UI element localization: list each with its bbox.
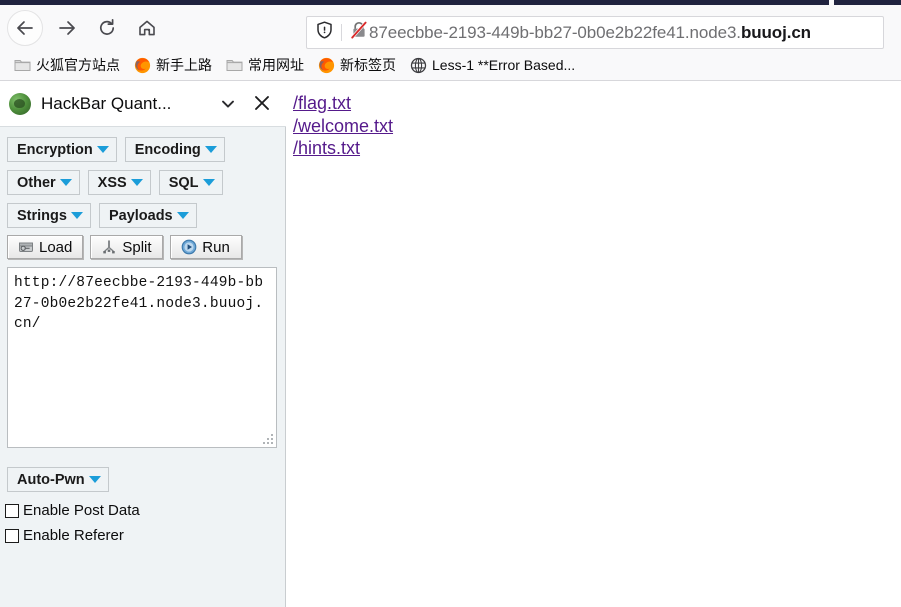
strings-dropdown[interactable]: Strings [7, 203, 91, 228]
auto-pwn-label: Auto-Pwn [17, 471, 85, 488]
split-label: Split [122, 238, 152, 256]
navigation-toolbar: 87eecbbe-2193-449b-bb27-0b0e2b22fe41.nod… [0, 5, 901, 50]
bookmark-label: 新手上路 [156, 57, 212, 73]
hackbar-action-row: Load Split Run [0, 235, 249, 259]
home-icon [137, 18, 157, 38]
url-textarea-value: http://87eecbbe-2193-449b-bb27-0b0e2b22f… [14, 275, 264, 333]
bookmark-item-common-sites[interactable]: 常用网址 [220, 53, 310, 77]
hackbar-body: Encryption Encoding Other XSS SQL String… [0, 127, 286, 607]
hackbar-menu-row-2: Other XSS SQL [0, 170, 231, 195]
back-button[interactable] [6, 9, 44, 47]
enable-post-data-checkbox[interactable] [5, 503, 19, 518]
xss-dropdown[interactable]: XSS [87, 170, 151, 195]
autopwn-row: Auto-Pwn [7, 467, 117, 492]
bookmark-item-beginner-guide[interactable]: 新手上路 [128, 53, 218, 77]
caret-down-icon [96, 146, 109, 153]
bookmark-item-firefox-official[interactable]: 火狐官方站点 [8, 53, 126, 77]
bookmark-label: 常用网址 [248, 57, 304, 73]
run-label: Run [202, 238, 230, 256]
url-bar[interactable]: 87eecbbe-2193-449b-bb27-0b0e2b22fe41.nod… [306, 16, 884, 49]
firefox-icon [318, 57, 335, 74]
caret-down-icon [59, 179, 72, 186]
sql-dropdown[interactable]: SQL [158, 170, 223, 195]
bookmark-item-less1-error-based[interactable]: Less-1 **Error Based... [404, 53, 581, 77]
forward-button[interactable] [48, 9, 86, 47]
globe-icon [410, 57, 427, 74]
lock-crossed-icon[interactable] [349, 20, 369, 45]
reload-icon [97, 18, 117, 38]
xss-label: XSS [97, 174, 127, 191]
sql-label: SQL [168, 174, 199, 191]
hackbar-menu-row-3: Strings Payloads [0, 203, 205, 228]
hackbar-logo-icon [9, 93, 31, 115]
bookmark-label: 火狐官方站点 [36, 57, 120, 73]
enable-referer-checkbox[interactable] [5, 528, 19, 543]
bookmarks-toolbar: 火狐官方站点 新手上路 常用网址 新标签页 Less-1 **Error Bas… [0, 50, 901, 81]
browser-window: 87eecbbe-2193-449b-bb27-0b0e2b22fe41.nod… [0, 0, 901, 607]
payloads-dropdown[interactable]: Payloads [98, 203, 197, 228]
url-prefix: 87eecbbe-2193-449b-bb27-0b0e2b22fe41.nod… [369, 22, 741, 42]
firefox-icon [134, 57, 151, 74]
chevron-down-icon[interactable] [219, 95, 237, 118]
caret-down-icon [130, 179, 143, 186]
url-text[interactable]: 87eecbbe-2193-449b-bb27-0b0e2b22fe41.nod… [369, 23, 811, 43]
encryption-label: Encryption [17, 141, 93, 158]
home-button[interactable] [128, 9, 166, 47]
encoding-dropdown[interactable]: Encoding [124, 137, 225, 162]
payloads-label: Payloads [108, 207, 173, 224]
hackbar-menu-row-1: Encryption Encoding [0, 137, 233, 162]
folder-icon [226, 57, 243, 73]
link-welcome-txt[interactable]: /welcome.txt [293, 115, 393, 138]
caret-down-icon [176, 212, 189, 219]
caret-down-icon [70, 212, 83, 219]
split-icon [101, 239, 117, 255]
split-button[interactable]: Split [90, 235, 163, 259]
arrow-left-icon [15, 18, 35, 38]
url-host: buuoj.cn [740, 22, 811, 42]
close-icon[interactable] [252, 93, 272, 118]
bookmark-item-new-tab[interactable]: 新标签页 [312, 53, 402, 77]
bookmark-label: 新标签页 [340, 57, 396, 73]
run-play-icon [181, 239, 197, 255]
caret-down-icon [88, 476, 101, 483]
encoding-label: Encoding [134, 141, 201, 158]
enable-referer-checkbox-row[interactable]: Enable Referer [5, 527, 124, 544]
hackbar-title: HackBar Quant... [41, 94, 172, 113]
enable-post-data-checkbox-row[interactable]: Enable Post Data [5, 502, 140, 519]
directory-listing: /flag.txt /welcome.txt /hints.txt [293, 92, 393, 160]
identity-divider [341, 24, 342, 41]
hackbar-panel: HackBar Quant... Encryption Encoding Oth… [0, 82, 286, 607]
bookmark-label: Less-1 **Error Based... [432, 57, 576, 73]
other-dropdown[interactable]: Other [7, 170, 80, 195]
load-label: Load [39, 238, 73, 256]
hackbar-header: HackBar Quant... [0, 82, 286, 127]
caret-down-icon [204, 146, 217, 153]
caret-down-icon [202, 179, 215, 186]
strings-label: Strings [17, 207, 67, 224]
shield-icon[interactable] [316, 21, 333, 44]
auto-pwn-dropdown[interactable]: Auto-Pwn [7, 467, 109, 492]
other-label: Other [17, 174, 56, 191]
encryption-dropdown[interactable]: Encryption [7, 137, 117, 162]
link-flag-txt[interactable]: /flag.txt [293, 92, 393, 115]
identity-box[interactable] [307, 17, 369, 48]
run-button[interactable]: Run [169, 235, 242, 259]
load-button[interactable]: Load [7, 235, 84, 259]
link-hints-txt[interactable]: /hints.txt [293, 137, 393, 160]
url-textarea[interactable]: http://87eecbbe-2193-449b-bb27-0b0e2b22f… [7, 267, 277, 448]
load-icon [18, 239, 34, 255]
enable-referer-label: Enable Referer [23, 527, 124, 544]
arrow-right-icon [57, 18, 77, 38]
folder-icon [14, 57, 31, 73]
textarea-resize-grip[interactable] [263, 434, 274, 445]
reload-button[interactable] [88, 9, 126, 47]
enable-post-data-label: Enable Post Data [23, 502, 140, 519]
